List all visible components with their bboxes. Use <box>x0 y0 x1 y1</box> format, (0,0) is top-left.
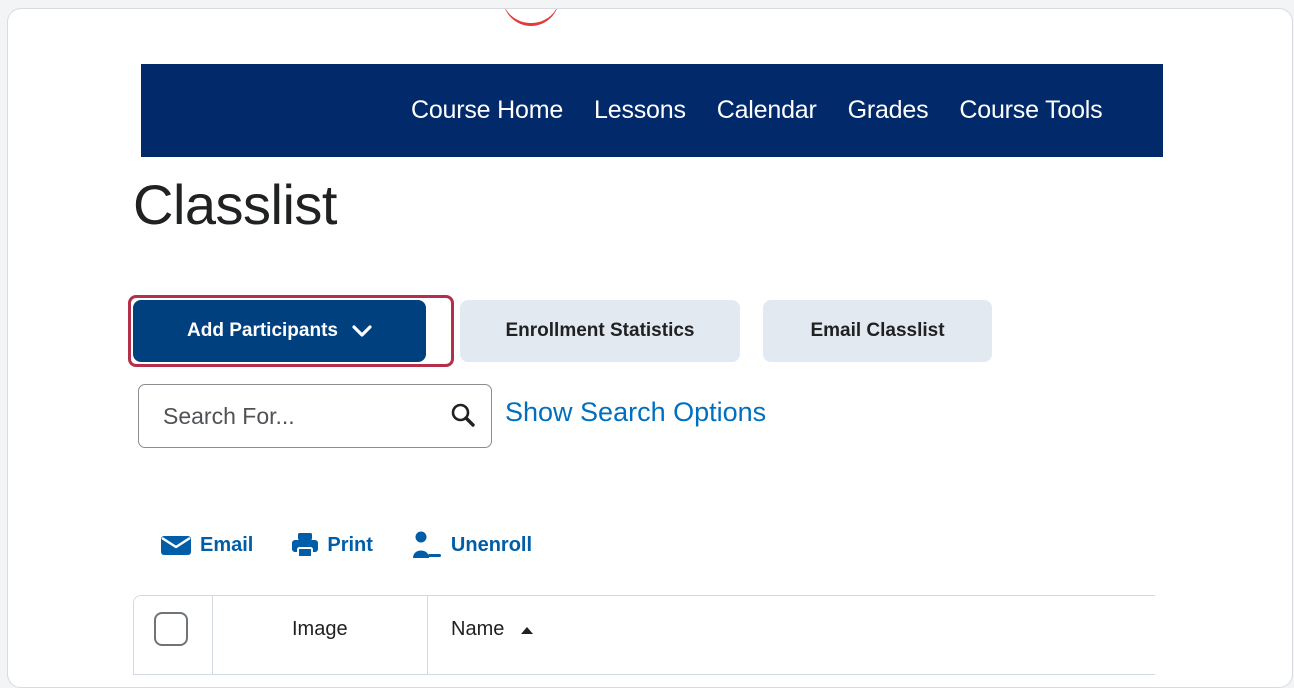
email-action-label: Email <box>200 533 254 556</box>
search-input[interactable] <box>161 385 435 447</box>
add-participants-label: Add Participants <box>187 320 338 341</box>
column-header-image: Image <box>292 618 348 640</box>
nav-lessons[interactable]: Lessons <box>594 96 686 125</box>
search-icon[interactable] <box>447 399 479 431</box>
decorative-arc <box>503 9 559 26</box>
classlist-table: Image Name <box>133 595 1155 675</box>
add-participants-button[interactable]: Add Participants <box>133 300 426 362</box>
column-divider <box>427 596 428 674</box>
print-action-label: Print <box>327 533 373 556</box>
show-search-options-link[interactable]: Show Search Options <box>505 397 766 428</box>
unenroll-action[interactable]: Unenroll <box>411 530 532 560</box>
nav-calendar[interactable]: Calendar <box>717 96 817 125</box>
nav-items: Course Home Lessons Calendar Grades Cour… <box>411 64 1133 157</box>
email-action[interactable]: Email <box>160 534 253 557</box>
course-navbar: Course Home Lessons Calendar Grades Cour… <box>141 64 1163 157</box>
print-action[interactable]: Print <box>291 531 373 559</box>
sort-ascending-icon <box>520 625 534 635</box>
chevron-down-icon <box>352 324 372 338</box>
search-box <box>138 384 492 448</box>
printer-icon <box>292 533 319 558</box>
unenroll-action-label: Unenroll <box>450 533 533 556</box>
column-header-name[interactable]: Name <box>451 618 534 641</box>
email-classlist-button[interactable]: Email Classlist <box>763 300 992 362</box>
column-header-name-label: Name <box>451 618 505 640</box>
envelope-icon <box>161 536 191 555</box>
nav-grades[interactable]: Grades <box>848 96 929 125</box>
classlist-actions: Email Print Unenroll <box>160 530 570 560</box>
nav-course-home[interactable]: Course Home <box>411 96 563 125</box>
nav-course-tools[interactable]: Course Tools <box>959 96 1102 125</box>
column-divider <box>212 596 213 674</box>
enrollment-statistics-button[interactable]: Enrollment Statistics <box>460 300 740 362</box>
select-all-checkbox[interactable] <box>154 612 188 646</box>
user-remove-icon <box>412 531 441 558</box>
page-title: Classlist <box>133 173 337 236</box>
